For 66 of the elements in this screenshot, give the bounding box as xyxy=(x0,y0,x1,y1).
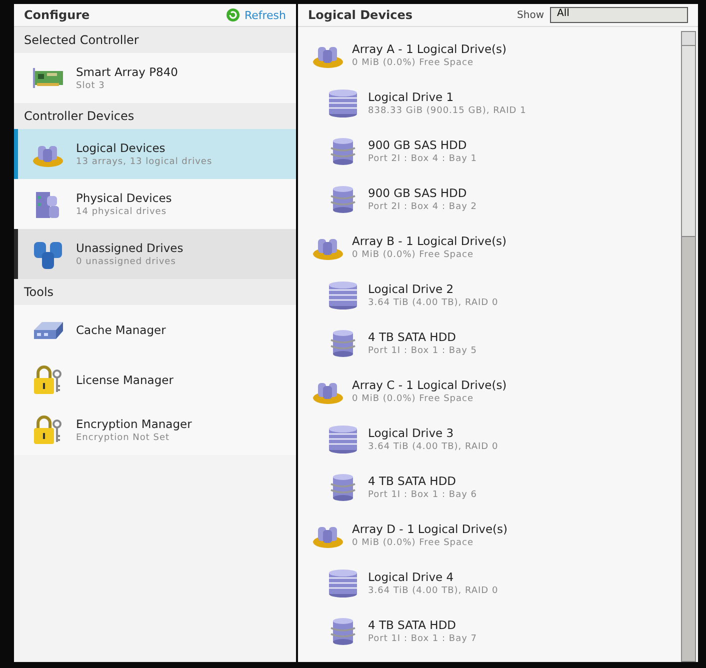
sidebar-item[interactable]: License Manager xyxy=(14,355,296,405)
drive-detail: Port 2I : Box 4 : Bay 1 xyxy=(368,154,478,164)
hard-drive-icon xyxy=(328,616,358,646)
filter-label: Show xyxy=(517,10,544,20)
array-label: Array A - 1 Logical Drive(s) xyxy=(352,42,507,56)
sidebar-item[interactable]: Unassigned Drives 0 unassigned drives xyxy=(14,229,296,279)
drive-detail: Port 1I : Box 1 : Bay 5 xyxy=(368,346,478,356)
disk-stack-icon xyxy=(328,88,358,118)
scroll-thumb[interactable] xyxy=(682,46,695,237)
drive-label: Logical Drive 1 xyxy=(368,90,455,104)
drive-label: 4 TB SATA HDD xyxy=(368,474,458,488)
item-label: License Manager xyxy=(76,373,174,387)
hard-drive-icon xyxy=(328,184,358,214)
filter-dropdown[interactable]: All xyxy=(550,7,688,23)
disk-stack-icon xyxy=(328,280,358,310)
hard-drive-icon xyxy=(328,136,358,166)
item-detail: 0 unassigned drives xyxy=(76,257,177,267)
array-label: Array B - 1 Logical Drive(s) xyxy=(352,234,507,248)
sidebar-item[interactable]: Physical Devices 14 physical drives xyxy=(14,179,296,229)
item-label: Smart Array P840 xyxy=(76,65,178,79)
item-label: Logical Devices xyxy=(76,141,166,155)
drive-label: Logical Drive 2 xyxy=(368,282,455,296)
array-label: Array C - 1 Logical Drive(s) xyxy=(352,378,507,392)
section-heading: Tools xyxy=(14,279,296,305)
item-detail: 13 arrays, 13 logical drives xyxy=(76,157,212,167)
sidebar-item[interactable]: Logical Devices 13 arrays, 13 logical drives xyxy=(14,129,296,179)
array-detail: 0 MiB (0.0%) Free Space xyxy=(352,250,475,260)
drive-detail: Port 1I : Box 1 : Bay 6 xyxy=(368,490,478,500)
item-detail: Slot 3 xyxy=(76,81,106,91)
drive-detail: 3.64 TiB (4.00 TB), RAID 0 xyxy=(368,298,498,308)
item-label: Encryption Manager xyxy=(76,417,192,431)
drive-label: 900 GB SAS HDD xyxy=(368,186,468,200)
drive-detail: 838.33 GiB (900.15 GB), RAID 1 xyxy=(368,106,526,116)
hard-drive-icon xyxy=(328,472,358,502)
drive-detail: Port 2I : Box 4 : Bay 2 xyxy=(368,202,478,212)
array-label: Array D - 1 Logical Drive(s) xyxy=(352,522,508,536)
drive-label: Logical Drive 3 xyxy=(368,426,455,440)
sidebar-item[interactable]: Cache Manager xyxy=(14,305,296,355)
array-detail: 0 MiB (0.0%) Free Space xyxy=(352,538,475,548)
item-label: Cache Manager xyxy=(76,323,166,337)
padlock-keys-icon xyxy=(32,414,64,446)
disk-stack-icon xyxy=(328,568,358,598)
array-detail: 0 MiB (0.0%) Free Space xyxy=(352,394,475,404)
section-heading: Controller Devices xyxy=(14,103,296,129)
item-detail: Encryption Not Set xyxy=(76,433,171,443)
disk-stack-icon xyxy=(328,424,358,454)
hard-drive-icon xyxy=(328,328,358,358)
array-detail: 0 MiB (0.0%) Free Space xyxy=(352,58,475,68)
drive-detail: 3.64 TiB (4.00 TB), RAID 0 xyxy=(368,586,498,596)
drive-label: 900 GB SAS HDD xyxy=(368,138,468,152)
drive-detail: 3.64 TiB (4.00 TB), RAID 0 xyxy=(368,442,498,452)
item-label: Unassigned Drives xyxy=(76,241,184,255)
section-heading: Selected Controller xyxy=(14,27,296,53)
item-label: Physical Devices xyxy=(76,191,172,205)
drive-label: 4 TB SATA HDD xyxy=(368,618,458,632)
sidebar-item[interactable]: Smart Array P840 Slot 3 xyxy=(14,53,296,103)
drive-label: Logical Drive 4 xyxy=(368,570,455,584)
scrollbar[interactable] xyxy=(681,31,696,662)
sidebar-item[interactable]: Encryption Manager Encryption Not Set xyxy=(14,405,296,455)
drive-label: 4 TB SATA HDD xyxy=(368,330,458,344)
refresh-icon xyxy=(226,8,240,22)
panel-title: Logical Devices xyxy=(308,8,413,22)
drive-detail: Port 1I : Box 1 : Bay 7 xyxy=(368,634,478,644)
padlock-keys-icon xyxy=(32,364,64,396)
panel-title: Configure xyxy=(24,8,90,22)
item-detail: 14 physical drives xyxy=(76,207,168,217)
